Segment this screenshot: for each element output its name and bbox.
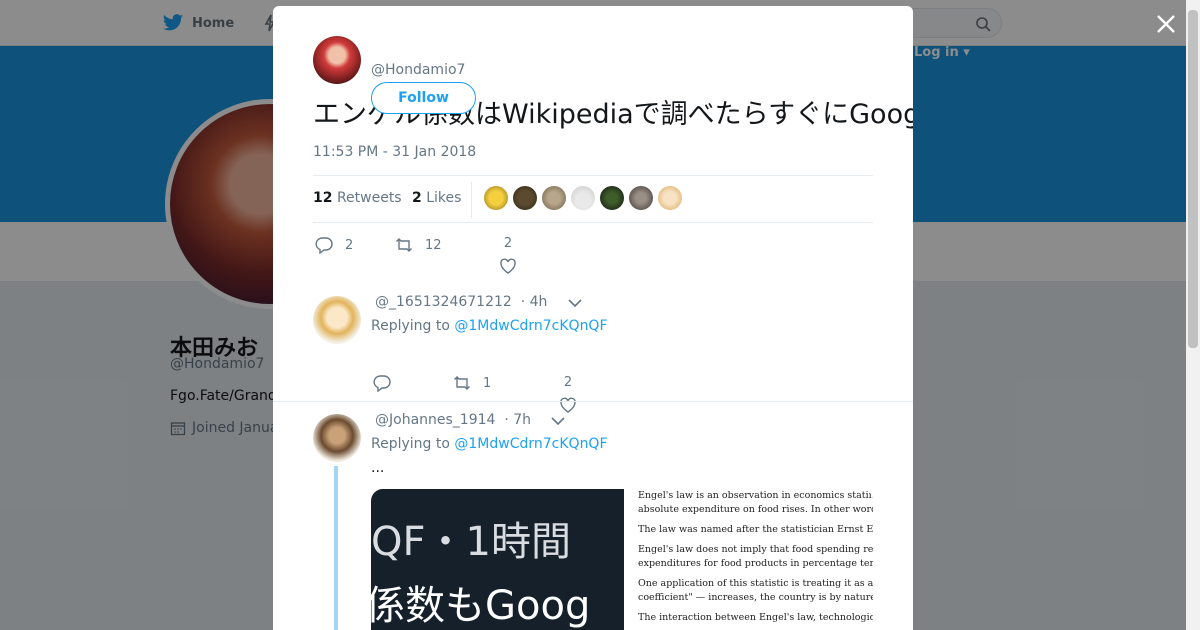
liker-avatar[interactable] [658, 186, 682, 210]
retweets-label: Retweets [336, 190, 402, 206]
liker-avatar[interactable] [513, 186, 537, 210]
reply-action[interactable]: 2 [315, 236, 353, 254]
likes-label: Likes [426, 190, 462, 206]
media-dark-line2: 係数もGoog [371, 583, 591, 629]
reply-media-image[interactable]: QF・1時間 係数もGoog Engel's law is an observa… [371, 489, 873, 630]
tweet-timestamp: 11:53 PM - 31 Jan 2018 [313, 144, 477, 160]
article-line: The interaction between Engel's law, tec… [638, 612, 873, 623]
replying-to: Replying to @1MdwCdrn7cKQnQF [371, 436, 608, 452]
liker-avatars [484, 186, 682, 210]
author-avatar[interactable] [313, 36, 361, 84]
reply-avatar[interactable] [313, 414, 361, 462]
tweet-stats: 12 Retweets 2 Likes [313, 175, 873, 223]
likes-count: 2 [412, 190, 422, 206]
reply-handle-text: @Johannes_1914 [375, 412, 496, 428]
thread-line [334, 466, 338, 630]
reply-handle[interactable]: @Johannes_1914 · 7h [375, 412, 531, 428]
like-count: 2 [563, 375, 573, 390]
liker-avatar[interactable] [571, 186, 595, 210]
liker-avatar[interactable] [484, 186, 508, 210]
likes-stat[interactable]: 2 Likes [412, 190, 461, 206]
follow-button[interactable]: Follow [371, 82, 476, 114]
retweet-icon [396, 238, 412, 252]
article-line: Engel's law is an observation in economi… [638, 490, 873, 501]
replying-to-link[interactable]: @1MdwCdrn7cKQnQF [454, 318, 607, 334]
retweet-action[interactable]: 12 [395, 236, 442, 254]
reply-icon [315, 237, 333, 254]
heart-icon [500, 258, 516, 274]
replying-prefix: Replying to [371, 436, 450, 452]
reply-time: · 4h [520, 294, 548, 310]
retweet-icon [454, 376, 470, 390]
article-line: absolute expenditure on food rises. In o… [638, 504, 873, 515]
retweet-count: 12 [425, 237, 442, 253]
reply-handle[interactable]: @_1651324671212 · 4h [375, 294, 547, 310]
reply-divider [273, 401, 913, 402]
reply-avatar[interactable] [313, 296, 361, 344]
tweet-actions: 2 12 2 [313, 236, 873, 280]
tweet-modal: @Hondamio7 エンゲル係数はWikipediaで調べたらすぐにGoogl… [273, 6, 913, 630]
liker-avatar[interactable] [600, 186, 624, 210]
retweets-count: 12 [313, 190, 333, 206]
chevron-down-icon[interactable] [551, 416, 565, 426]
replying-prefix: Replying to [371, 318, 450, 334]
replying-to: Replying to @1MdwCdrn7cKQnQF [371, 318, 608, 334]
reply-text: ... [371, 460, 385, 476]
like-count: 2 [503, 236, 513, 251]
reply-handle-text: @_1651324671212 [375, 294, 512, 310]
retweets-stat[interactable]: 12 Retweets [313, 190, 402, 206]
article-line: expenditures for food products in percen… [638, 558, 873, 569]
media-screenshot-dark: QF・1時間 係数もGoog [371, 489, 624, 630]
author-handle[interactable]: @Hondamio7 [371, 62, 465, 78]
reply-like-action[interactable]: 2 [559, 375, 577, 414]
close-icon[interactable] [1154, 12, 1178, 36]
heart-icon [560, 397, 576, 413]
article-line: Engel's law does not imply that food spe… [638, 544, 873, 555]
article-line: One application of this statistic is tre… [638, 578, 873, 589]
reply-count: 2 [345, 237, 354, 253]
liker-avatar[interactable] [629, 186, 653, 210]
replying-to-link[interactable]: @1MdwCdrn7cKQnQF [454, 436, 607, 452]
like-action[interactable]: 2 [499, 236, 517, 275]
media-dark-line1: QF・1時間 [371, 519, 571, 565]
chevron-down-icon[interactable] [568, 298, 582, 308]
page-scrollbar-thumb[interactable] [1188, 10, 1198, 348]
retweet-count: 1 [483, 375, 492, 391]
article-line: The law was named after the statistician… [638, 524, 873, 535]
reply-time: · 7h [504, 412, 532, 428]
liker-avatar[interactable] [542, 186, 566, 210]
reply-retweet-action[interactable]: 1 [453, 374, 491, 392]
media-article-excerpt: Engel's law is an observation in economi… [624, 489, 873, 630]
reply-icon [373, 375, 391, 392]
stats-divider [471, 182, 472, 218]
article-line: coefficient" — increases, the country is… [638, 592, 873, 603]
reply-reply-action[interactable] [373, 374, 403, 392]
